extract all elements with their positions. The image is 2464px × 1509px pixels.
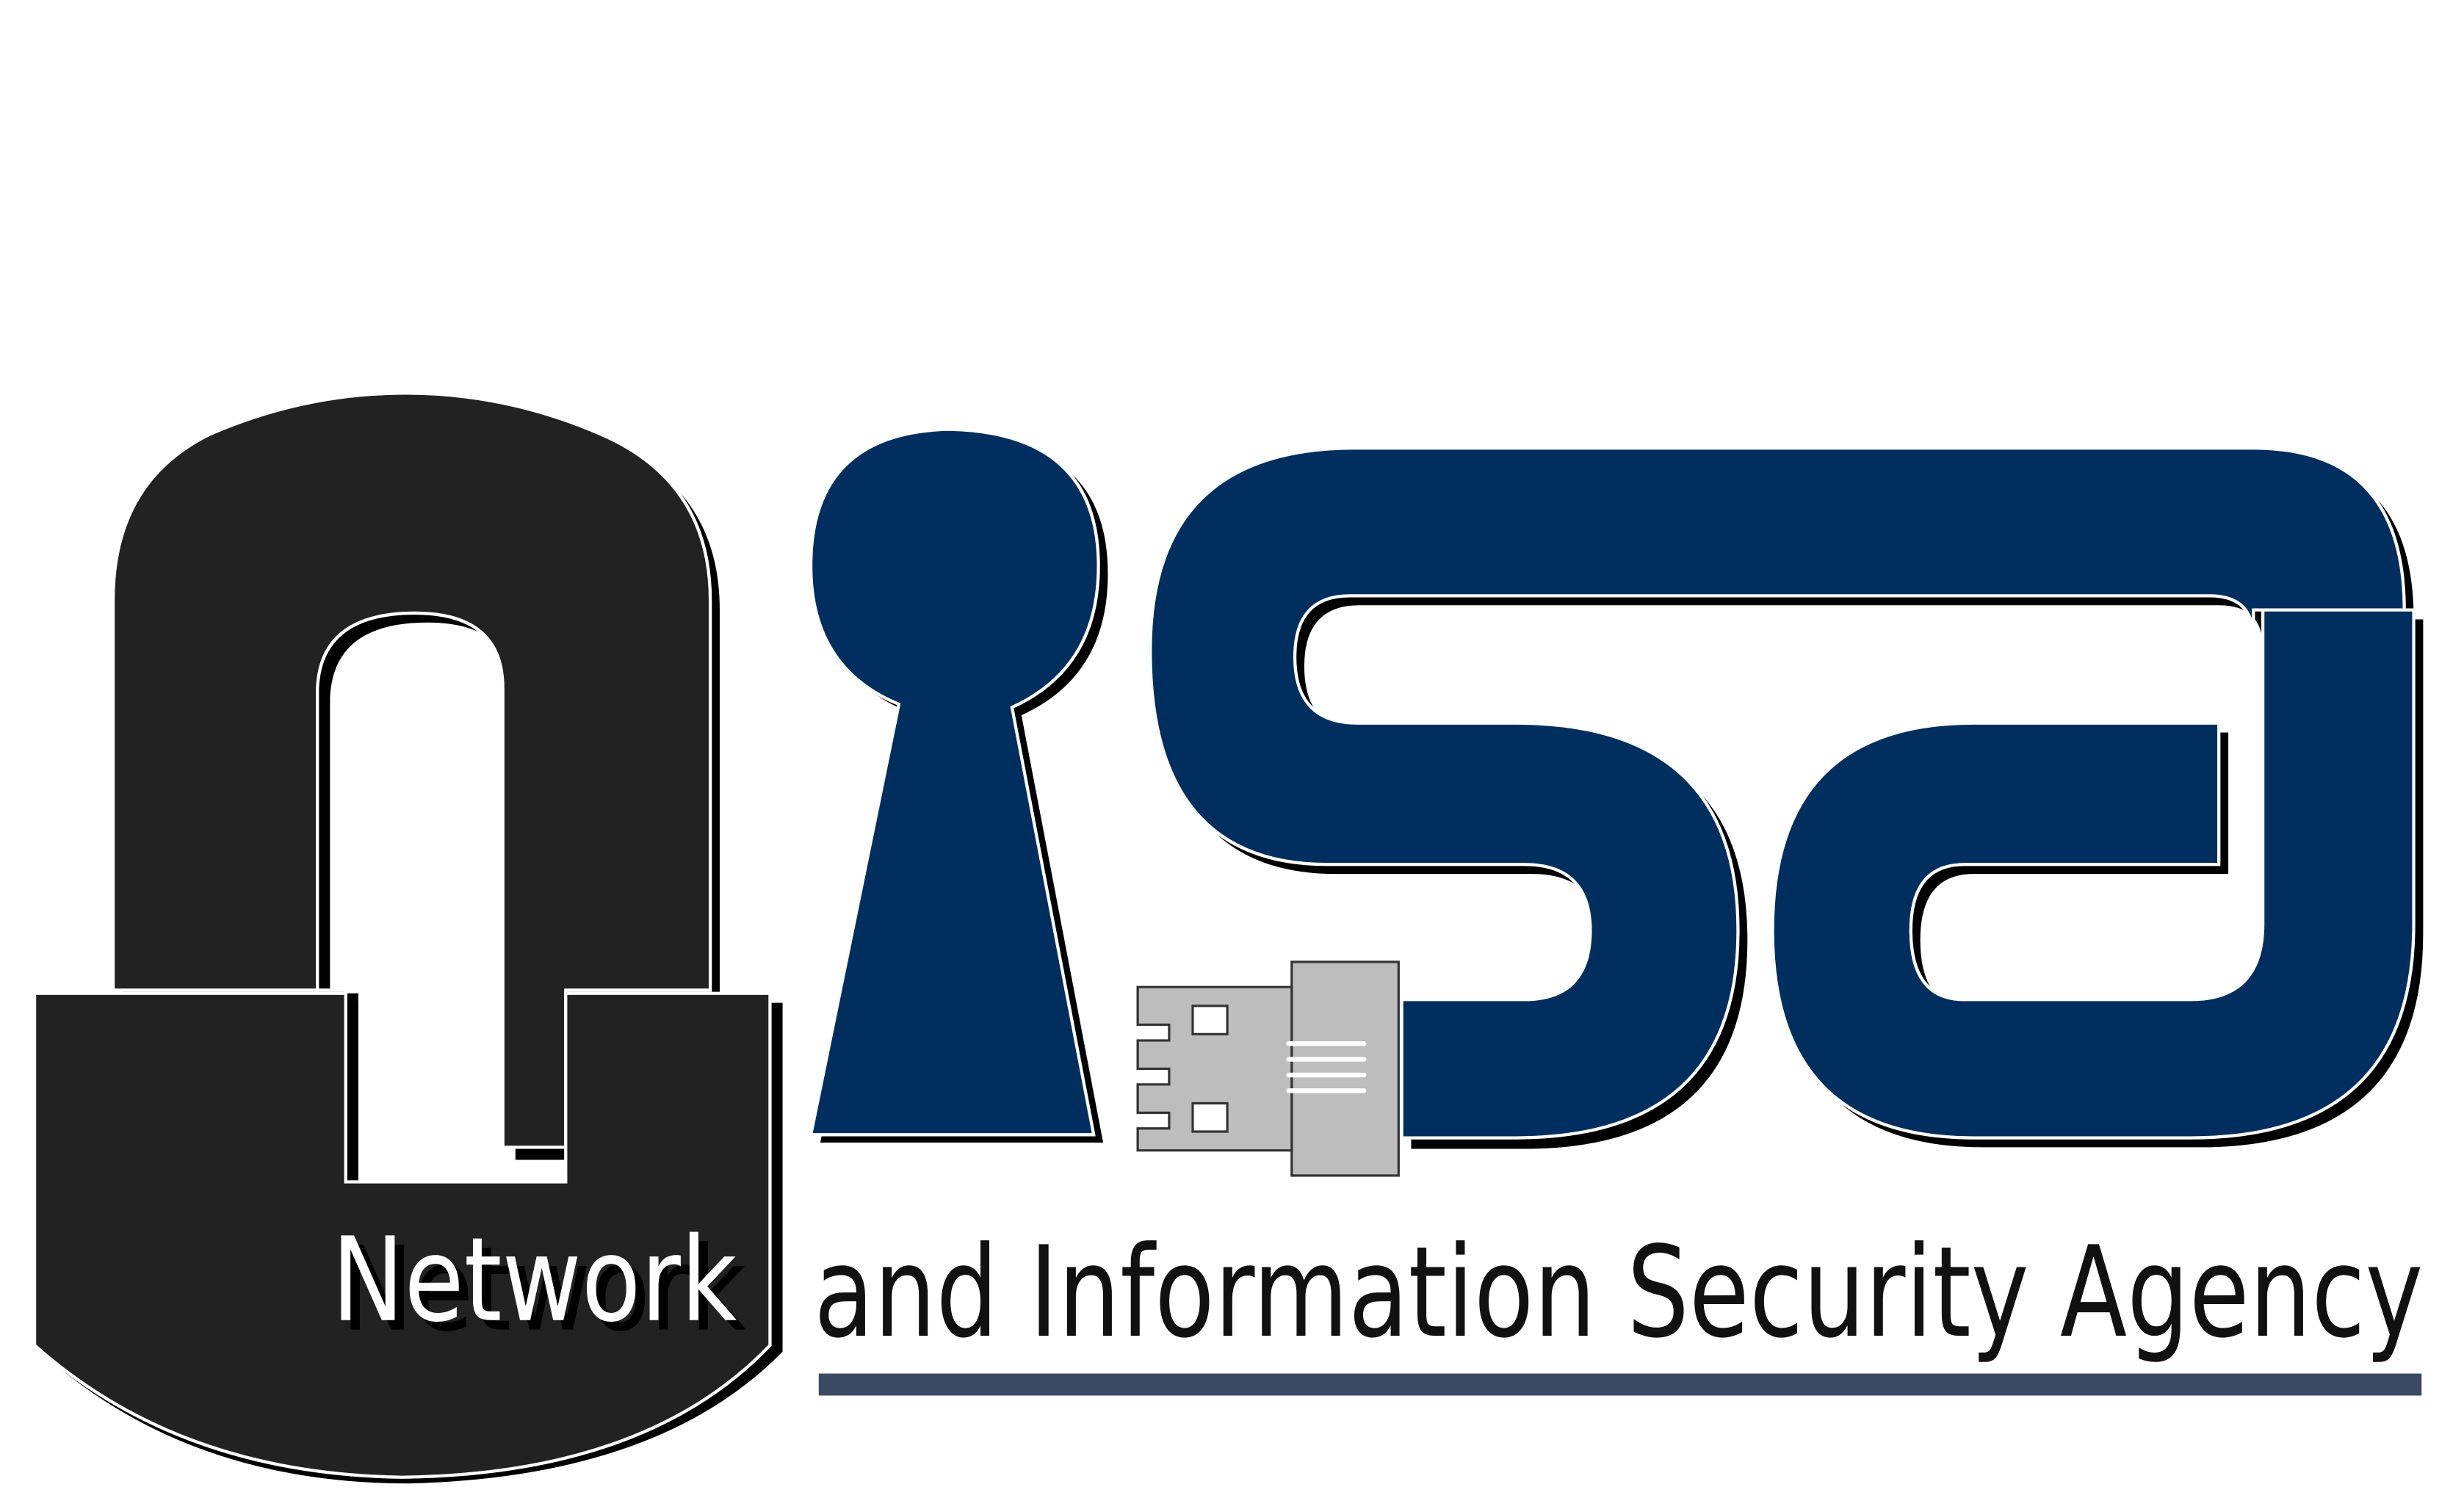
agency-words: and Information Security Agency: [814, 1220, 2423, 1366]
keyhole-icon: [809, 427, 1108, 1143]
nisa-logo: Network Network and Information Security…: [32, 391, 2424, 1484]
letter-a-shape: [1771, 608, 2424, 1148]
underline-bar: [818, 1373, 2422, 1396]
network-word: Network: [331, 1213, 737, 1348]
logo-canvas: Network Network and Information Security…: [0, 0, 2464, 1509]
usb-plug-icon: [1136, 960, 1400, 1177]
